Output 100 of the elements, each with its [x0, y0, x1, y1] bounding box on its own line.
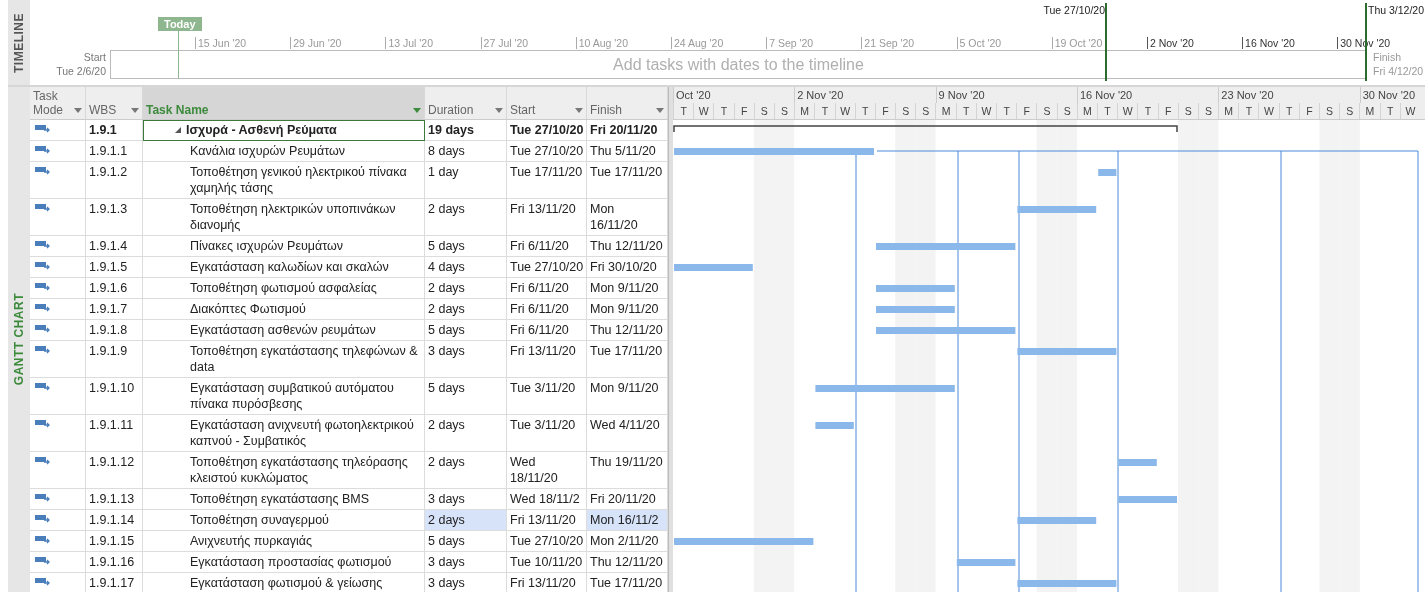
- task-bar[interactable]: [1118, 496, 1177, 503]
- task-bar[interactable]: [815, 422, 854, 429]
- table-cell: 2 days: [425, 415, 507, 452]
- task-bar[interactable]: [1017, 206, 1097, 213]
- task-name-cell[interactable]: Ισχυρά - Ασθενή Ρεύματα: [143, 120, 425, 141]
- task-name-cell[interactable]: Διακόπτες Φωτισμού: [143, 299, 425, 320]
- table-cell: 5 days: [425, 378, 507, 415]
- finish-date: Fri 4/12/20: [1373, 64, 1424, 78]
- column-header[interactable]: Task Mode: [30, 87, 86, 119]
- summary-bar[interactable]: [673, 125, 1178, 133]
- table-cell: 1.9.1.7: [86, 299, 143, 320]
- day-label: S: [1177, 103, 1198, 119]
- table-cell: Fri 6/11/20: [507, 299, 587, 320]
- task-name-cell[interactable]: Τοποθέτηση εγκατάστασης τηλεόρασης κλειστού κυκλώματος: [143, 452, 425, 489]
- today-flag: Today: [158, 17, 202, 31]
- day-label: W: [1258, 103, 1279, 119]
- task-bar[interactable]: [1098, 169, 1117, 176]
- task-bar[interactable]: [674, 264, 753, 271]
- timescale-label: 21 Sep '20: [861, 37, 957, 49]
- day-label: W: [1117, 103, 1138, 119]
- table-cell: 2 days: [425, 452, 507, 489]
- task-bar[interactable]: [1017, 580, 1117, 587]
- dropdown-icon[interactable]: [131, 108, 139, 113]
- day-label: T: [1379, 103, 1400, 119]
- column-header[interactable]: Duration: [425, 87, 507, 119]
- dropdown-icon[interactable]: [575, 108, 583, 113]
- task-name-cell[interactable]: Τοποθέτηση συναγερμού: [143, 510, 425, 531]
- task-bar[interactable]: [674, 148, 874, 155]
- table-cell: Tue 3/11/20: [507, 378, 587, 415]
- task-name-cell[interactable]: Τοποθέτηση εγκατάστασης BMS: [143, 489, 425, 510]
- table-cell: 2 days: [425, 299, 507, 320]
- auto-schedule-icon: [35, 261, 50, 271]
- task-bar[interactable]: [815, 385, 955, 392]
- day-label: W: [693, 103, 714, 119]
- day-label: M: [1359, 103, 1380, 119]
- day-label: S: [1036, 103, 1057, 119]
- today-line: [178, 31, 179, 78]
- auto-schedule-icon: [35, 240, 50, 250]
- task-name-cell[interactable]: Εγκατάσταση ασθενών ρευμάτων: [143, 320, 425, 341]
- day-label: F: [1157, 103, 1178, 119]
- table-cell: Fri 6/11/20: [507, 320, 587, 341]
- task-name-cell[interactable]: Κανάλια ισχυρών Ρευμάτων: [143, 141, 425, 162]
- task-bar[interactable]: [1118, 459, 1157, 466]
- task-bar[interactable]: [1017, 517, 1097, 524]
- task-name-cell[interactable]: Τοποθέτηση γενικού ηλεκτρικού πίνακα χαμηλής τάσης: [143, 162, 425, 199]
- task-name-cell[interactable]: Ανιχνευτής πυρκαγιάς: [143, 531, 425, 552]
- week-label: 16 Nov '20: [1076, 87, 1219, 103]
- task-name-cell[interactable]: Εγκατάσταση συμβατικού αυτόματου πίνακα πυρόσβεσης: [143, 378, 425, 415]
- task-name-cell[interactable]: Πίνακες ισχυρών Ρευμάτων: [143, 236, 425, 257]
- task-bar[interactable]: [876, 243, 1016, 250]
- auto-schedule-icon: [35, 382, 50, 392]
- range-end-date: Thu 3/12/20: [1368, 4, 1425, 16]
- table-cell: 1.9.1: [86, 120, 143, 141]
- task-name-cell[interactable]: Εγκατάσταση προστασίας φωτισμού: [143, 552, 425, 573]
- table-cell: 5 days: [425, 531, 507, 552]
- table-cell: 8 days: [425, 141, 507, 162]
- table-cell: 1.9.1.13: [86, 489, 143, 510]
- table-cell: 2 days: [425, 199, 507, 236]
- task-bar[interactable]: [674, 538, 814, 545]
- table-cell: 3 days: [425, 341, 507, 378]
- dropdown-icon[interactable]: [74, 108, 82, 113]
- table-cell: 1.9.1.2: [86, 162, 143, 199]
- day-label: M: [1076, 103, 1097, 119]
- day-label: F: [1016, 103, 1037, 119]
- task-bar[interactable]: [1017, 348, 1117, 355]
- table-cell: 5 days: [425, 236, 507, 257]
- table-cell: 19 days: [425, 120, 507, 141]
- day-label: W: [834, 103, 855, 119]
- task-name-cell[interactable]: Τοποθέτηση φωτισμού ασφαλείας: [143, 278, 425, 299]
- dropdown-icon[interactable]: [495, 108, 503, 113]
- start-date: Tue 2/6/20: [55, 64, 106, 78]
- week-label: Oct '20: [673, 87, 795, 103]
- timescale-label: 16 Nov '20: [1242, 37, 1338, 49]
- day-label: W: [975, 103, 996, 119]
- column-header[interactable]: Start: [507, 87, 587, 119]
- task-name-cell[interactable]: Εγκατάσταση ανιχνευτή φωτοηλεκτρικού καπνού - Συμβατικός: [143, 415, 425, 452]
- task-bar[interactable]: [876, 327, 1016, 334]
- task-name-cell[interactable]: Εγκατάσταση φωτισμού & γείωσης: [143, 573, 425, 592]
- task-name-cell[interactable]: Τοποθέτηση ηλεκτρικών υποπινάκων διανομής: [143, 199, 425, 236]
- day-label: T: [814, 103, 835, 119]
- dropdown-icon[interactable]: [656, 108, 664, 113]
- auto-schedule-icon: [35, 345, 50, 355]
- range-line[interactable]: [1365, 3, 1367, 81]
- table-cell: Tue 27/10/20: [507, 257, 587, 278]
- table-cell: 1.9.1.9: [86, 341, 143, 378]
- task-name-cell[interactable]: Εγκατάσταση καλωδίων και σκαλών: [143, 257, 425, 278]
- collapse-icon[interactable]: [175, 127, 181, 133]
- task-bar[interactable]: [956, 559, 1016, 566]
- auto-schedule-icon: [35, 456, 50, 466]
- range-line[interactable]: [1105, 3, 1107, 81]
- day-label: S: [895, 103, 916, 119]
- task-bar[interactable]: [876, 306, 955, 313]
- task-name-cell[interactable]: Τοποθέτηση εγκατάστασης τηλεφώνων & data: [143, 341, 425, 378]
- timeline-message: Add tasks with dates to the timeline: [613, 55, 864, 74]
- table-cell: 1.9.1.10: [86, 378, 143, 415]
- task-bar[interactable]: [876, 285, 955, 292]
- table-cell: 1 day: [425, 162, 507, 199]
- timescale-label: 7 Sep '20: [766, 37, 862, 49]
- day-label: S: [753, 103, 774, 119]
- dropdown-icon[interactable]: [413, 108, 421, 113]
